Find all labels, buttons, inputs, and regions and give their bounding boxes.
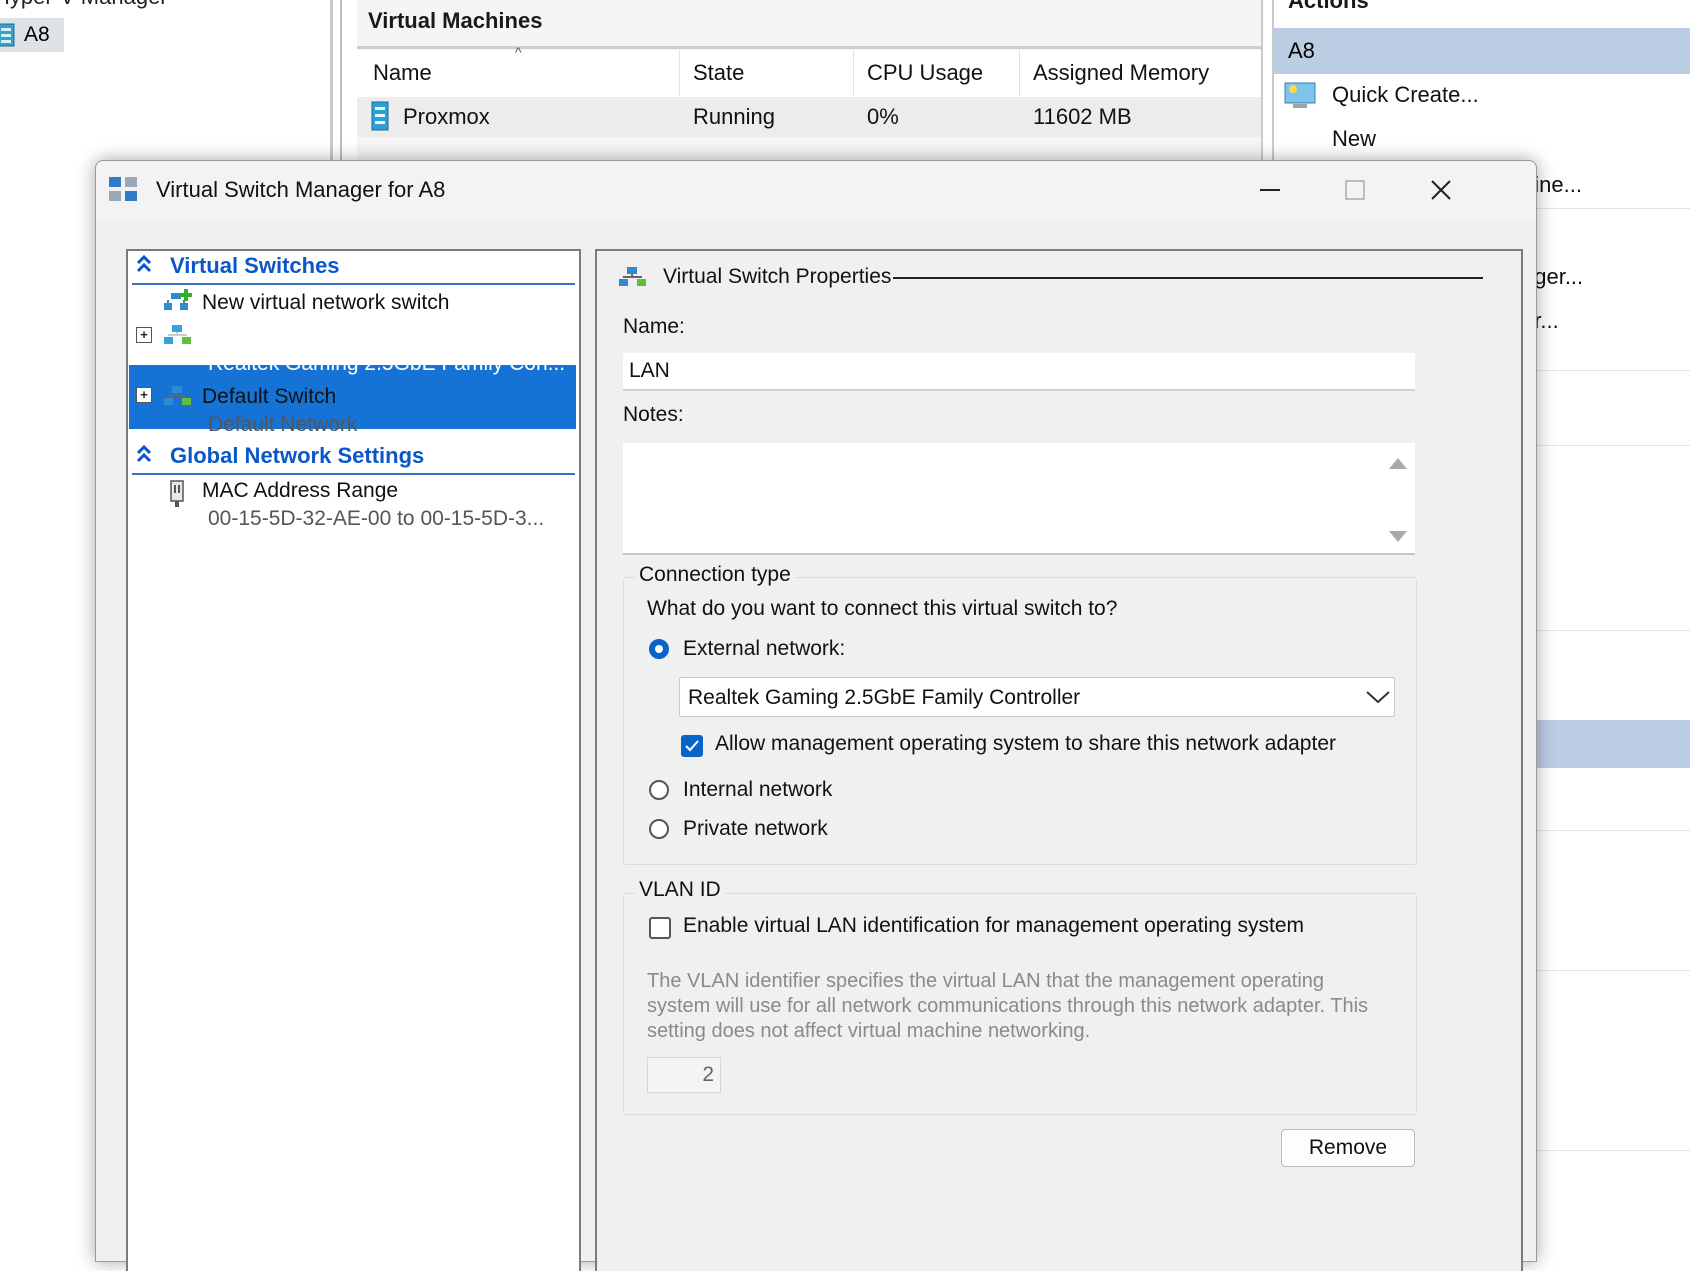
column-header-memory[interactable]: Assigned Memory: [1033, 60, 1209, 86]
collapse-chevrons-icon: [136, 445, 152, 463]
virtual-machines-panel: Virtual Machines ^ Name State CPU Usage …: [357, 0, 1263, 170]
chevron-down-icon: [1366, 691, 1390, 704]
switch-properties-pane: Virtual Switch Properties Name: Notes: C…: [595, 249, 1523, 1271]
notes-label: Notes:: [623, 403, 684, 426]
mac-address-range-item[interactable]: MAC Address Range: [202, 479, 398, 503]
network-switch-icon: [619, 267, 646, 286]
actions-divider: [1536, 830, 1690, 831]
collapse-chevrons-icon: [136, 255, 152, 273]
expand-default-switch-toggle[interactable]: +: [136, 387, 152, 403]
actions-vm-header[interactable]: [1536, 720, 1690, 768]
vlan-id-input[interactable]: 2: [647, 1057, 721, 1093]
virtual-switch-manager-dialog: Virtual Switch Manager for A8 Virtual Sw…: [95, 160, 1537, 1271]
column-header-cpu[interactable]: CPU Usage: [867, 60, 983, 86]
tree-item-host[interactable]: A8: [0, 18, 64, 52]
network-switch-icon: [164, 386, 191, 405]
close-button[interactable]: [1412, 169, 1470, 211]
vm-panel-title: Virtual Machines: [368, 8, 543, 33]
vm-state-cell: Running: [693, 104, 775, 129]
switch-list-pane: Virtual Switches New virtual network swi…: [126, 249, 581, 1271]
vm-icon: [371, 101, 389, 131]
name-label: Name:: [623, 315, 685, 338]
vlan-help-text: The VLAN identifier specifies the virtua…: [647, 970, 1369, 1042]
share-adapter-label[interactable]: Allow management operating system to sha…: [715, 732, 1336, 756]
sort-ascending-icon: ^: [515, 44, 522, 60]
action-quick-create[interactable]: Quick Create...: [1332, 82, 1479, 108]
vm-cpu-cell: 0%: [867, 104, 899, 129]
vlan-enable-label[interactable]: Enable virtual LAN identification for ma…: [683, 914, 1304, 938]
dialog-title: Virtual Switch Manager for A8: [156, 177, 446, 202]
maximize-button[interactable]: [1326, 169, 1384, 211]
section-virtual-switches[interactable]: Virtual Switches: [132, 251, 575, 285]
vlan-id-label: VLAN ID: [635, 878, 725, 902]
actions-divider: [1536, 1150, 1690, 1151]
dialog-titlebar[interactable]: Virtual Switch Manager for A8: [96, 161, 1536, 221]
column-divider[interactable]: [1019, 50, 1020, 96]
maximize-icon: [1345, 180, 1365, 200]
new-virtual-switch-item[interactable]: New virtual network switch: [202, 291, 449, 315]
heading-rule: [893, 277, 1483, 279]
scroll-down-arrow-icon[interactable]: [1389, 531, 1407, 543]
private-network-label[interactable]: Private network: [683, 817, 828, 841]
vm-name-cell: Proxmox: [403, 104, 490, 129]
expand-lan-toggle[interactable]: +: [136, 327, 152, 343]
plus-icon: +: [140, 387, 148, 402]
lan-switch-adapter: Realtek Gaming 2.5GbE Family Con...: [208, 352, 566, 375]
pane-splitter-edge: [340, 0, 342, 170]
actions-divider: [1536, 208, 1690, 209]
minimize-icon: [1260, 189, 1280, 191]
section-virtual-switches-label: Virtual Switches: [170, 253, 340, 278]
plus-icon: +: [140, 327, 148, 342]
actions-divider: [1536, 970, 1690, 971]
tree-item-host-label: A8: [24, 23, 50, 46]
section-global-network-settings-label: Global Network Settings: [170, 443, 425, 468]
network-adapter-dropdown[interactable]: Realtek Gaming 2.5GbE Family Controller: [679, 677, 1395, 717]
pane-splitter[interactable]: [330, 0, 333, 170]
actions-divider: [1536, 370, 1690, 371]
default-switch-item[interactable]: Default Switch: [202, 385, 336, 409]
vlan-enable-checkbox[interactable]: [649, 917, 671, 939]
notes-textarea[interactable]: [623, 443, 1415, 555]
actions-divider: [1536, 630, 1690, 631]
scroll-up-arrow-icon[interactable]: [1389, 457, 1407, 469]
column-divider[interactable]: [679, 50, 680, 96]
share-adapter-checkbox[interactable]: [681, 735, 703, 757]
vm-panel-divider: [357, 46, 1261, 49]
remove-button[interactable]: Remove: [1281, 1129, 1415, 1167]
column-header-state[interactable]: State: [693, 60, 744, 86]
column-header-name[interactable]: Name: [373, 60, 432, 86]
minimize-button[interactable]: [1241, 169, 1299, 211]
internal-network-radio[interactable]: [649, 780, 669, 800]
tree-root-label[interactable]: Hyper-V Manager: [0, 0, 168, 10]
actions-divider: [1536, 445, 1690, 446]
network-adapter-icon: [170, 480, 184, 507]
vm-memory-cell: 11602 MB: [1033, 104, 1132, 129]
actions-host-header[interactable]: A8: [1274, 28, 1690, 74]
switch-name-input[interactable]: [623, 353, 1415, 391]
virtual-switch-manager-icon: [109, 177, 137, 201]
quick-create-icon: [1284, 82, 1316, 108]
default-switch-type: Default Network: [208, 413, 358, 436]
connection-question: What do you want to connect this virtual…: [647, 597, 1118, 620]
private-network-radio[interactable]: [649, 819, 669, 839]
external-network-radio[interactable]: [649, 639, 669, 659]
network-adapter-selected: Realtek Gaming 2.5GbE Family Controller: [688, 686, 1081, 709]
column-divider[interactable]: [853, 50, 854, 96]
actions-host-label: A8: [1288, 38, 1315, 63]
mac-address-range-value: 00-15-5D-32-AE-00 to 00-15-5D-3...: [208, 507, 545, 530]
server-icon: [0, 23, 15, 47]
external-network-label[interactable]: External network:: [683, 637, 845, 661]
checkmark-icon: [685, 740, 699, 752]
actions-title: Actions: [1288, 0, 1369, 13]
lan-switch-name: LAN: [202, 324, 243, 347]
properties-heading: Virtual Switch Properties: [663, 265, 892, 288]
close-icon: [1431, 180, 1451, 200]
new-switch-icon: [164, 289, 192, 310]
action-new[interactable]: New: [1332, 126, 1376, 152]
section-global-network-settings[interactable]: Global Network Settings: [132, 441, 575, 475]
network-switch-icon: [164, 325, 191, 344]
internal-network-label[interactable]: Internal network: [683, 778, 832, 802]
connection-type-label: Connection type: [635, 563, 795, 587]
